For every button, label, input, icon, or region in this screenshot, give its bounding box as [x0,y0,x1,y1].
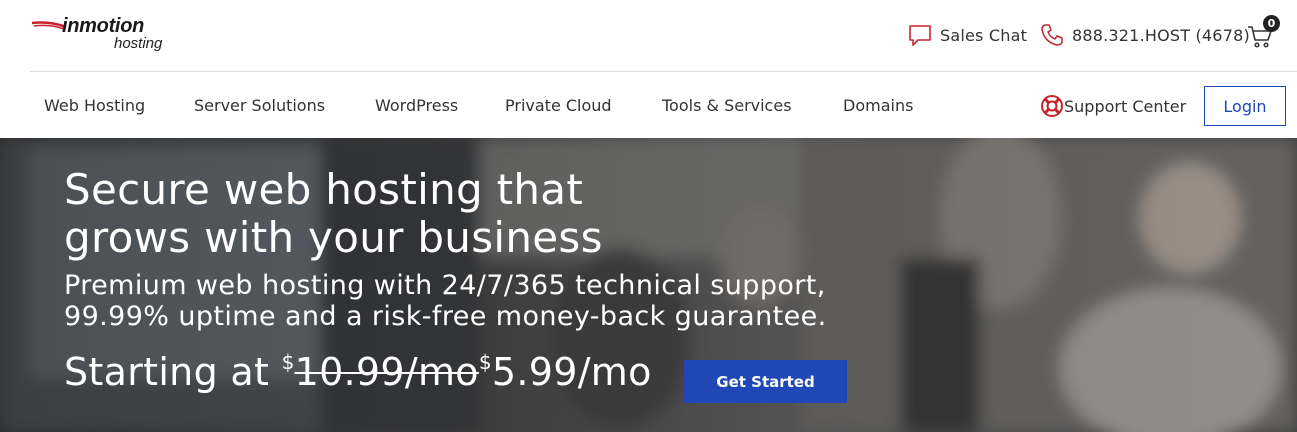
nav-item-wordpress[interactable]: WordPress [375,96,458,115]
support-center-label: Support Center [1064,96,1187,116]
old-price: 10.99/mo [294,350,479,394]
logo-subtext: hosting [114,35,163,52]
login-button[interactable]: Login [1204,86,1286,126]
cart-button[interactable]: 0 [1246,15,1280,50]
sales-chat-label: Sales Chat [940,25,1028,45]
hero-title: Secure web hosting that grows with your … [64,165,603,262]
phone-number: 888.321.HOST (4678) [1072,25,1250,45]
hero-banner: Secure web hosting that grows with your … [0,138,1297,432]
hero-price: Starting at $10.99/mo$5.99/mo [64,350,652,394]
inmotion-hosting-logo[interactable]: inmotion hosting [32,15,182,57]
sales-chat-link[interactable]: Sales Chat [908,22,1027,48]
new-price: 5.99/mo [491,350,652,394]
cart-count-badge: 0 [1263,15,1280,32]
chat-bubble-icon [909,25,931,46]
phone-icon [1041,24,1063,46]
nav-item-private-cloud[interactable]: Private Cloud [505,96,612,115]
support-center-link[interactable]: Support Center [1040,94,1186,118]
nav-item-tools-services[interactable]: Tools & Services [662,96,792,115]
top-bar: inmotion hosting Sales Chat 888.321.HOST… [0,0,1297,72]
nav-item-web-hosting[interactable]: Web Hosting [44,96,145,115]
new-price-currency: $ [478,350,492,374]
old-price-currency: $ [281,350,295,374]
phone-link[interactable]: 888.321.HOST (4678) [1040,22,1250,48]
nav-item-server-solutions[interactable]: Server Solutions [194,96,325,115]
nav-item-domains[interactable]: Domains [843,96,913,115]
lifebuoy-icon [1041,95,1063,117]
main-nav: Web Hosting Server Solutions WordPress P… [0,72,1297,138]
price-prefix: Starting at [64,350,270,394]
hero-subtitle: Premium web hosting with 24/7/365 techni… [64,270,827,332]
get-started-button[interactable]: Get Started [684,360,847,403]
